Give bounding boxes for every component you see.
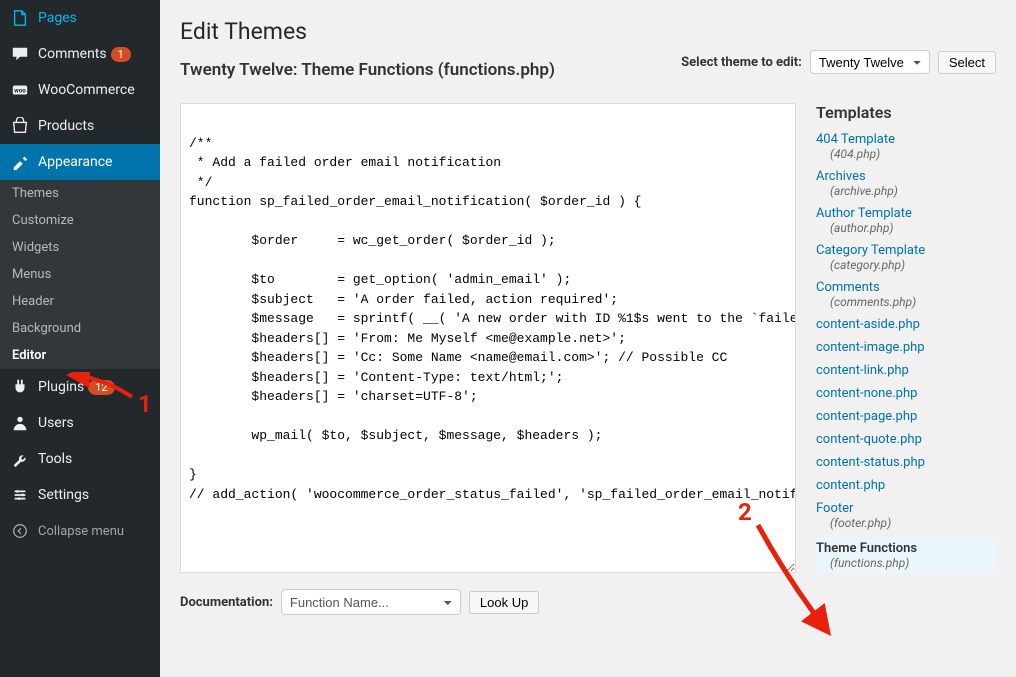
appearance-icon	[10, 152, 30, 172]
annotation-1: 1	[138, 390, 152, 418]
sidebar-subitem-customize[interactable]: Customize	[0, 207, 160, 234]
sidebar-item-users[interactable]: Users	[0, 405, 160, 441]
products-icon	[10, 116, 30, 136]
sidebar-item-plugins[interactable]: Plugins 12	[0, 369, 160, 405]
template-link[interactable]: Footer	[816, 501, 996, 516]
template-item: content-image.php	[816, 340, 996, 355]
sidebar-item-label: Appearance	[38, 154, 112, 170]
code-editor[interactable]	[180, 103, 796, 573]
sidebar-item-label: Plugins	[38, 379, 84, 395]
template-link[interactable]: Author Template	[816, 206, 996, 221]
sidebar-item-label: Collapse menu	[38, 524, 124, 539]
template-link[interactable]: content-page.php	[816, 409, 996, 424]
template-filename: (footer.php)	[816, 516, 996, 530]
sidebar-item-label: Tools	[38, 451, 72, 467]
svg-text:woo: woo	[14, 87, 26, 95]
sidebar-subitem-header[interactable]: Header	[0, 288, 160, 315]
template-link[interactable]: content-link.php	[816, 363, 996, 378]
sidebar-item-pages[interactable]: Pages	[0, 0, 160, 36]
templates-sidebar: Templates 404 Template(404.php)Archives(…	[816, 103, 996, 615]
sidebar-subitem-widgets[interactable]: Widgets	[0, 234, 160, 261]
annotation-2: 2	[738, 498, 752, 526]
comments-icon	[10, 44, 30, 64]
update-badge: 1	[111, 47, 131, 62]
template-item: content-quote.php	[816, 432, 996, 447]
plugins-icon	[10, 377, 30, 397]
template-link[interactable]: Comments	[816, 280, 996, 295]
template-filename: (archive.php)	[816, 184, 996, 198]
file-heading: Twenty Twelve: Theme Functions (function…	[180, 60, 555, 80]
template-item: Footer(footer.php)	[816, 501, 996, 530]
template-link[interactable]: content-quote.php	[816, 432, 996, 447]
template-filename: (comments.php)	[816, 295, 996, 309]
template-item: Comments(comments.php)	[816, 280, 996, 309]
select-theme-button[interactable]: Select	[938, 51, 996, 74]
template-link[interactable]: content-aside.php	[816, 317, 996, 332]
woo-icon: woo	[10, 80, 30, 100]
template-item: 404 Template(404.php)	[816, 132, 996, 161]
sidebar-subitem-background[interactable]: Background	[0, 315, 160, 342]
sidebar-item-tools[interactable]: Tools	[0, 441, 160, 477]
theme-select[interactable]: Twenty Twelve	[810, 50, 930, 74]
template-item: content-status.php	[816, 455, 996, 470]
sidebar-item-label: Users	[38, 415, 74, 431]
tools-icon	[10, 449, 30, 469]
update-badge: 12	[88, 380, 114, 395]
documentation-label: Documentation:	[180, 595, 273, 610]
sidebar-item-collapse-menu[interactable]: Collapse menu	[0, 513, 160, 549]
template-item: content-link.php	[816, 363, 996, 378]
settings-icon	[10, 485, 30, 505]
admin-sidebar: Pages Comments 1 woo WooCommerce Products Appe…	[0, 0, 160, 677]
template-item: Category Template(category.php)	[816, 243, 996, 272]
template-filename: (category.php)	[816, 258, 996, 272]
sidebar-item-label: Products	[38, 118, 94, 134]
templates-heading: Templates	[816, 103, 996, 122]
template-item: Archives(archive.php)	[816, 169, 996, 198]
sidebar-item-settings[interactable]: Settings	[0, 477, 160, 513]
template-item: Author Template(author.php)	[816, 206, 996, 235]
documentation-row: Documentation: Function Name... Look Up	[180, 589, 796, 615]
main-content: Edit Themes Twenty Twelve: Theme Functio…	[160, 0, 1016, 677]
sidebar-item-woocommerce[interactable]: woo WooCommerce	[0, 72, 160, 108]
sidebar-subitem-menus[interactable]: Menus	[0, 261, 160, 288]
page-title: Edit Themes	[180, 18, 555, 45]
template-filename: (functions.php)	[816, 556, 996, 570]
sidebar-item-label: Pages	[38, 10, 77, 26]
template-link[interactable]: content-status.php	[816, 455, 996, 470]
template-item: content-aside.php	[816, 317, 996, 332]
function-name-select[interactable]: Function Name...	[281, 589, 461, 615]
template-link[interactable]: Category Template	[816, 243, 996, 258]
sidebar-subitem-themes[interactable]: Themes	[0, 180, 160, 207]
collapse-icon	[10, 521, 30, 541]
template-item: content.php	[816, 478, 996, 493]
template-item: Theme Functions(functions.php)	[816, 538, 996, 573]
template-item: content-none.php	[816, 386, 996, 401]
template-link: Theme Functions	[816, 541, 996, 556]
sidebar-item-products[interactable]: Products	[0, 108, 160, 144]
template-link[interactable]: content-image.php	[816, 340, 996, 355]
theme-selector-row: Select theme to edit: Twenty Twelve Sele…	[681, 50, 996, 74]
sidebar-item-comments[interactable]: Comments 1	[0, 36, 160, 72]
template-link[interactable]: content.php	[816, 478, 996, 493]
sidebar-subitem-editor[interactable]: Editor	[0, 342, 160, 369]
template-filename: (author.php)	[816, 221, 996, 235]
template-filename: (404.php)	[816, 147, 996, 161]
users-icon	[10, 413, 30, 433]
sidebar-item-appearance[interactable]: Appearance	[0, 144, 160, 180]
sidebar-item-label: Settings	[38, 487, 89, 503]
sidebar-item-label: Comments	[38, 46, 107, 62]
pages-icon	[10, 8, 30, 28]
template-link[interactable]: 404 Template	[816, 132, 996, 147]
select-theme-label: Select theme to edit:	[681, 55, 802, 70]
lookup-button[interactable]: Look Up	[469, 591, 539, 614]
template-item: content-page.php	[816, 409, 996, 424]
template-link[interactable]: content-none.php	[816, 386, 996, 401]
sidebar-item-label: WooCommerce	[38, 82, 135, 98]
template-link[interactable]: Archives	[816, 169, 996, 184]
